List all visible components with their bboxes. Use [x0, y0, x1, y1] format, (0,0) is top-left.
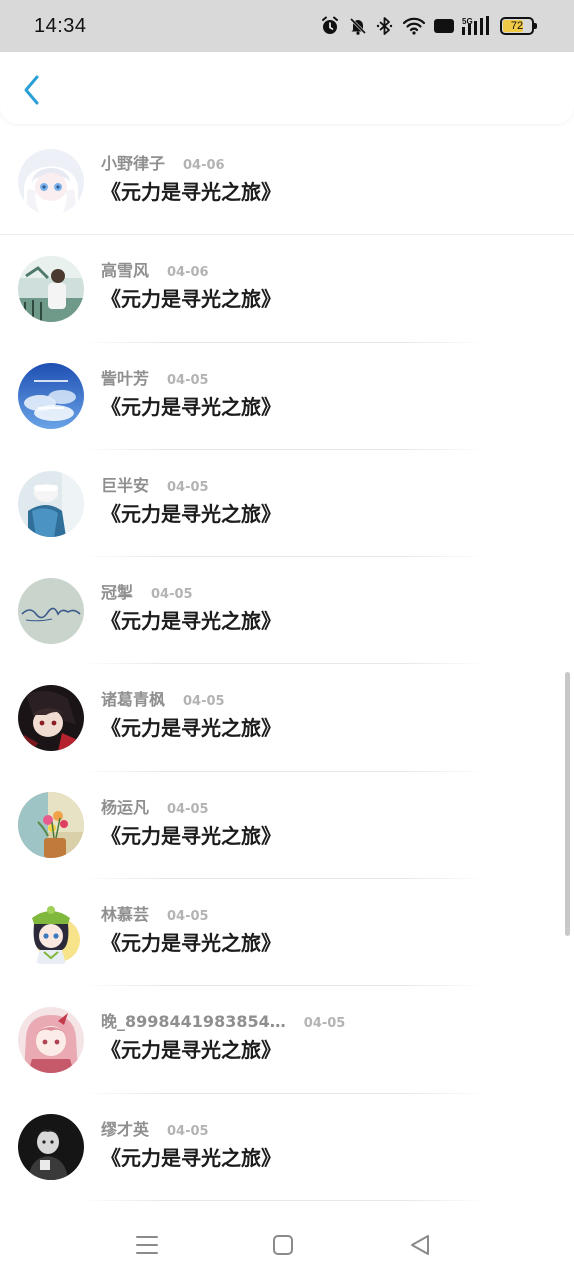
- item-text: 诸葛青枫 04-05 《元力是寻光之旅》: [101, 686, 281, 741]
- item-text: 杨运凡 04-05 《元力是寻光之旅》: [101, 794, 281, 849]
- post-date: 04-05: [167, 479, 209, 495]
- item-text: 小野律子 04-06 《元力是寻光之旅》: [101, 150, 281, 205]
- book-title: 《元力是寻光之旅》: [101, 609, 281, 634]
- back-button[interactable]: [14, 70, 50, 110]
- username: 林慕芸: [101, 905, 150, 925]
- post-date: 04-06: [183, 158, 225, 173]
- list-item[interactable]: 晚_8998441983854… 04-05 《元力是寻光之旅》: [0, 986, 574, 1094]
- chevron-left-icon: [24, 75, 39, 105]
- book-title: 《元力是寻光之旅》: [101, 287, 281, 312]
- list-item[interactable]: 小野律子 04-06 《元力是寻光之旅》: [0, 128, 574, 236]
- username: 诸葛青枫: [101, 690, 166, 710]
- status-bar: 14:34 HD 5G 72: [0, 0, 574, 52]
- post-date: 04-05: [167, 372, 209, 388]
- list-item[interactable]: 诸葛青枫 04-05 《元力是寻光之旅》: [0, 664, 574, 772]
- battery-icon: 72: [500, 17, 537, 35]
- avatar[interactable]: [18, 792, 84, 859]
- username: 杨运凡: [101, 797, 150, 817]
- menu-button[interactable]: [132, 1230, 162, 1260]
- avatar[interactable]: [18, 1007, 84, 1074]
- avatar[interactable]: [18, 148, 84, 215]
- divider: [80, 1199, 490, 1201]
- username: 晚_8998441983854…: [101, 1012, 286, 1032]
- list-item[interactable]: 杨运凡 04-05 《元力是寻光之旅》: [0, 772, 574, 880]
- item-text: 高雪风 04-06 《元力是寻光之旅》: [101, 257, 281, 312]
- nav-back-button[interactable]: [405, 1230, 435, 1260]
- post-date: 04-05: [167, 1123, 209, 1139]
- status-icons: HD 5G 72: [320, 16, 537, 36]
- avatar[interactable]: [18, 255, 84, 322]
- username: 缪才英: [101, 1119, 150, 1139]
- list-item[interactable]: 林慕芸 04-05 《元力是寻光之旅》: [0, 879, 574, 987]
- book-title: 《元力是寻光之旅》: [101, 716, 281, 741]
- network-type-label: 5G: [462, 17, 473, 26]
- list-item[interactable]: 高雪风 04-06 《元力是寻光之旅》: [0, 235, 574, 343]
- list-item[interactable]: 巨半安 04-05 《元力是寻光之旅》: [0, 450, 574, 558]
- battery-level: 72: [510, 20, 524, 32]
- book-title: 《元力是寻光之旅》: [101, 1145, 281, 1170]
- item-text: 林慕芸 04-05 《元力是寻光之旅》: [101, 901, 281, 956]
- avatar[interactable]: [18, 363, 84, 430]
- item-text: 缪才英 04-05 《元力是寻光之旅》: [101, 1116, 281, 1171]
- menu-icon: [136, 1236, 158, 1254]
- alarm-icon: [320, 16, 340, 36]
- post-date: 04-05: [183, 694, 225, 710]
- list-item[interactable]: 冠掣 04-05 《元力是寻光之旅》: [0, 557, 574, 665]
- back-triangle-icon: [411, 1235, 429, 1255]
- book-title: 《元力是寻光之旅》: [101, 931, 281, 956]
- item-text: 晚_8998441983854… 04-05 《元力是寻光之旅》: [101, 1008, 345, 1063]
- avatar[interactable]: [18, 1114, 84, 1181]
- avatar[interactable]: [18, 577, 84, 644]
- home-button[interactable]: [268, 1230, 298, 1260]
- avatar[interactable]: [18, 685, 84, 752]
- post-date: 04-05: [151, 587, 193, 603]
- post-date: 04-05: [303, 1016, 346, 1032]
- book-title: 《元力是寻光之旅》: [101, 394, 281, 419]
- nav-bar: [0, 1210, 574, 1280]
- post-date: 04-06: [167, 265, 209, 281]
- avatar[interactable]: [18, 899, 84, 966]
- book-title: 《元力是寻光之旅》: [101, 823, 281, 848]
- post-date: 04-05: [167, 801, 209, 817]
- book-title: 《元力是寻光之旅》: [101, 501, 281, 526]
- bluetooth-icon: [376, 16, 394, 36]
- avatar[interactable]: [18, 470, 84, 537]
- hd-icon: HD: [433, 19, 454, 33]
- list-item[interactable]: 訾叶芳 04-05 《元力是寻光之旅》: [0, 343, 574, 450]
- item-text: 冠掣 04-05 《元力是寻光之旅》: [101, 579, 281, 634]
- screen: 14:34 HD 5G 72 小野律子 04-06 《元力是寻光之旅》 高雪风 …: [0, 0, 574, 1280]
- status-time: 14:34: [34, 14, 87, 37]
- list-item[interactable]: 缪才英 04-05 《元力是寻光之旅》: [0, 1094, 574, 1201]
- header: [0, 52, 574, 124]
- username: 小野律子: [101, 154, 166, 173]
- scrollbar[interactable]: [565, 672, 570, 936]
- bell-muted-icon: [348, 16, 368, 36]
- comment-list: 小野律子 04-06 《元力是寻光之旅》 高雪风 04-06 《元力是寻光之旅》: [0, 128, 574, 1201]
- signal-5g-icon: 5G: [462, 16, 490, 36]
- wifi-icon: [402, 16, 426, 36]
- post-date: 04-05: [167, 909, 209, 925]
- username: 巨半安: [101, 475, 150, 495]
- username: 訾叶芳: [101, 368, 150, 388]
- book-title: 《元力是寻光之旅》: [101, 180, 281, 204]
- book-title: 《元力是寻光之旅》: [101, 1038, 281, 1063]
- item-text: 巨半安 04-05 《元力是寻光之旅》: [101, 472, 281, 527]
- username: 冠掣: [101, 583, 134, 603]
- home-square-icon: [273, 1235, 293, 1255]
- item-text: 訾叶芳 04-05 《元力是寻光之旅》: [101, 365, 281, 420]
- username: 高雪风: [101, 261, 150, 281]
